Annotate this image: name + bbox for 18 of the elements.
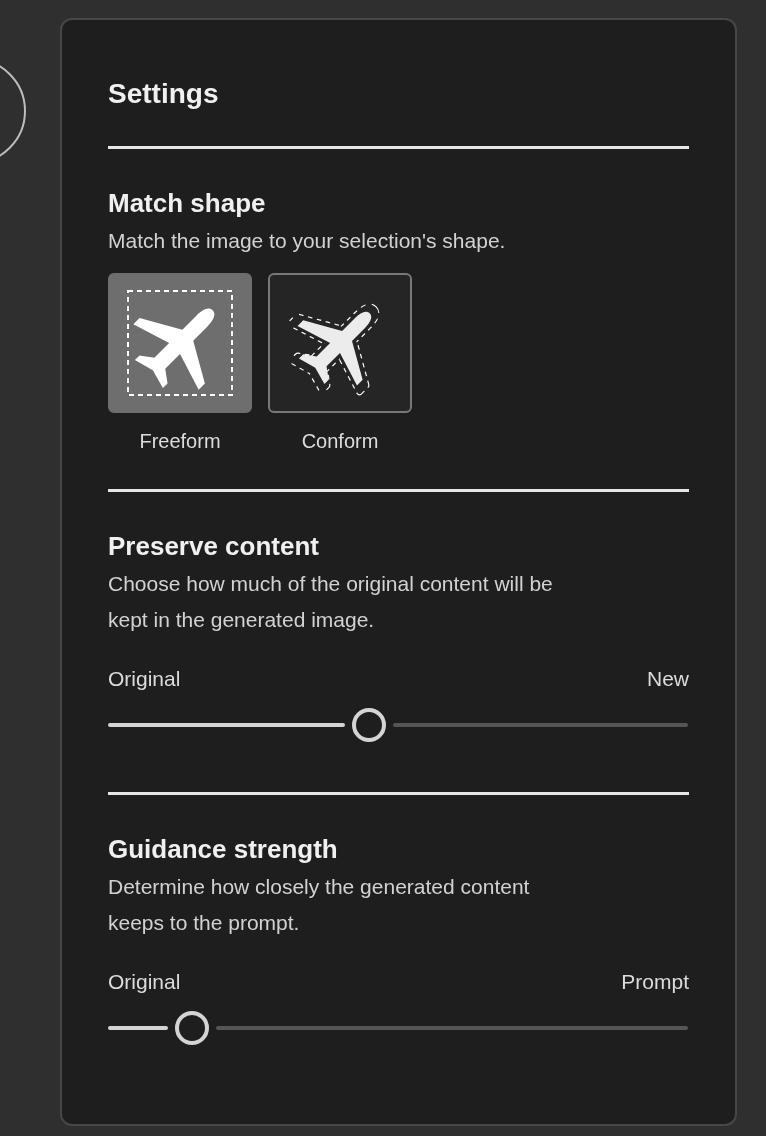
- slider-min-label: Original: [108, 969, 181, 995]
- slider-track[interactable]: [108, 1011, 688, 1045]
- section-description: Match the image to your selection's shape.: [108, 228, 507, 254]
- shape-option[interactable]: [268, 273, 412, 413]
- panel-title: Settings: [108, 77, 220, 111]
- section-description: Determine how closely the generated content keeps to the prompt.: [108, 874, 531, 936]
- slider-max-label: Prompt: [621, 969, 689, 995]
- slider-thumb[interactable]: [352, 708, 386, 742]
- option-label: Freeform: [139, 429, 221, 454]
- slider-min-label: Original: [108, 666, 181, 692]
- slider-thumb[interactable]: [175, 1011, 210, 1045]
- slider-max-label: New: [647, 666, 689, 692]
- section-description: Choose how much of the original content will be kept in the generated image.: [108, 571, 554, 633]
- slider-track[interactable]: [108, 708, 688, 742]
- option-label: Conform: [301, 429, 379, 454]
- section-heading: Guidance strength: [108, 833, 339, 865]
- section-heading: Preserve content: [108, 530, 320, 562]
- section-heading: Match shape: [108, 187, 267, 219]
